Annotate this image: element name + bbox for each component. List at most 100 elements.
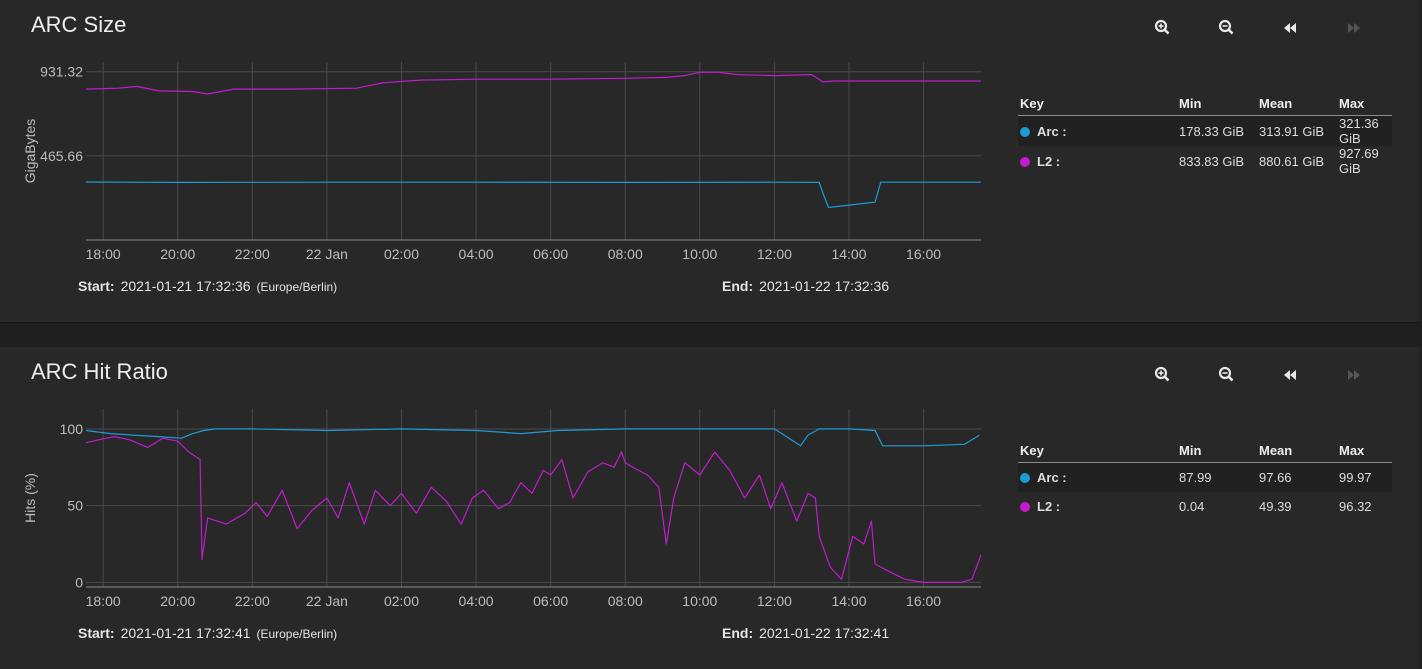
legend-min: 87.99	[1177, 462, 1257, 492]
chart-end: End: 2021-01-22 17:32:41	[722, 625, 889, 641]
chart-toolbar	[1150, 364, 1380, 386]
rewind-icon	[1284, 23, 1296, 33]
x-tick-label: 08:00	[608, 246, 643, 262]
back-button[interactable]	[1278, 17, 1302, 39]
y-tick-label: 931.32	[40, 64, 83, 80]
series-line-l2	[85, 71, 981, 95]
legend-dot-icon	[1020, 156, 1030, 167]
legend-header-min: Min	[1177, 96, 1257, 116]
zoom-in-icon	[1154, 19, 1170, 35]
legend-header: Key Min Mean Max	[1018, 96, 1392, 116]
end-value: 2021-01-22 17:32:41	[759, 625, 890, 641]
back-button[interactable]	[1278, 364, 1302, 386]
x-tick-label: 12:00	[757, 246, 792, 262]
series-line-l2	[85, 435, 982, 583]
legend-dot-icon	[1020, 473, 1030, 483]
start-value: 2021-01-21 17:32:41	[120, 625, 251, 641]
x-tick-label: 14:00	[831, 246, 866, 262]
x-tick-label: 16:00	[906, 593, 941, 609]
arc-hit-ratio-chart: 18:00 20:00 22:00 22 Jan 02:00 04:00 06:00 08:0…	[22, 409, 982, 609]
legend-header-mean: Mean	[1257, 443, 1337, 463]
legend-min: 833.83 GiB	[1179, 153, 1245, 169]
legend-row-arc[interactable]: Arc : 178.33 GiB 313.91 GiB 321.36 GiB	[1018, 115, 1392, 146]
x-tick-label: 20:00	[160, 593, 195, 609]
x-tick-label: 22:00	[235, 593, 270, 609]
arc-hit-ratio-card: ARC Hit Ratio 18:00 20:00 22:00 22 Jan 02:00…	[0, 347, 1420, 669]
legend-row-l2[interactable]: L2 : 0.04 49.39 96.32	[1018, 492, 1392, 521]
legend-max: 96.32	[1339, 499, 1372, 514]
x-tick-label: 22 Jan	[306, 593, 348, 609]
end-label: End:	[722, 625, 754, 641]
rewind-icon	[1284, 370, 1296, 380]
legend-row-arc[interactable]: Arc : 87.99 97.66 99.97	[1018, 462, 1392, 492]
legend-header-max: Max	[1337, 443, 1392, 463]
x-tick-label: 18:00	[86, 593, 121, 609]
x-tick-label: 02:00	[384, 246, 419, 262]
legend-key: Arc :	[1037, 123, 1067, 139]
legend-key: L2 :	[1037, 499, 1061, 514]
x-tick-label: 06:00	[533, 593, 568, 609]
arc-size-card: ARC Size 18:00 20:00 22:00 22 Jan 02:00 04:00…	[0, 0, 1420, 323]
legend-header-min: Min	[1177, 443, 1257, 463]
end-label: End:	[722, 278, 754, 294]
legend-key: Arc :	[1037, 470, 1067, 485]
legend-header-max: Max	[1337, 96, 1392, 116]
x-tick-label: 18:00	[86, 246, 121, 262]
arc-size-chart: 18:00 20:00 22:00 22 Jan 02:00 04:00 06:00 08:0…	[22, 62, 981, 262]
legend-dot-icon	[1020, 502, 1030, 512]
start-label: Start:	[78, 625, 115, 641]
legend-mean: 880.61 GiB	[1259, 153, 1325, 169]
chart-toolbar	[1150, 17, 1380, 39]
x-tick-label: 22:00	[235, 246, 270, 262]
x-tick-label: 12:00	[757, 593, 792, 609]
chart-legend: Key Min Mean Max Arc : 87.99 97.66 99.97…	[1018, 443, 1392, 521]
x-tick-label: 10:00	[682, 593, 717, 609]
zoom-in-button[interactable]	[1150, 364, 1174, 386]
legend-key: L2 :	[1037, 153, 1061, 169]
y-tick-label: 100	[60, 421, 84, 437]
y-axis-label: GigaBytes	[22, 119, 38, 184]
x-tick-label: 04:00	[459, 593, 494, 609]
chart-start: Start: 2021-01-21 17:32:41 (Europe/Berlin…	[78, 625, 337, 641]
x-tick-label: 14:00	[831, 593, 866, 609]
legend-min: 0.04	[1179, 499, 1205, 514]
y-tick-label: 0	[75, 574, 83, 590]
fast-forward-icon	[1348, 23, 1360, 33]
zoom-out-icon	[1218, 366, 1234, 382]
forward-button[interactable]	[1342, 17, 1366, 39]
forward-button[interactable]	[1342, 364, 1366, 386]
legend-row-l2[interactable]: L2 : 833.83 GiB 880.61 GiB 927.69 GiB	[1018, 146, 1392, 176]
y-tick-label: 465.66	[40, 148, 83, 164]
zoom-out-icon	[1218, 19, 1234, 35]
legend-mean: 313.91 GiB	[1257, 115, 1337, 146]
legend-min: 178.33 GiB	[1177, 115, 1257, 146]
legend-header-key: Key	[1018, 443, 1177, 463]
y-axis-label: Hits (%)	[22, 473, 38, 523]
legend-mean: 97.66	[1257, 462, 1337, 492]
legend-max: 321.36 GiB	[1337, 115, 1392, 146]
zoom-in-icon	[1154, 366, 1170, 382]
y-tick-label: 50	[67, 498, 83, 514]
start-value: 2021-01-21 17:32:36	[120, 278, 251, 294]
chart-legend: Key Min Mean Max Arc : 178.33 GiB 313.91…	[1018, 96, 1392, 176]
x-tick-label: 22 Jan	[306, 246, 348, 262]
chart-start: Start: 2021-01-21 17:32:36 (Europe/Berlin…	[78, 278, 337, 294]
x-tick-label: 02:00	[384, 593, 419, 609]
legend-header-mean: Mean	[1257, 96, 1337, 116]
chart-end: End: 2021-01-22 17:32:36	[722, 278, 889, 294]
legend-mean: 49.39	[1259, 499, 1292, 514]
x-tick-label: 08:00	[608, 593, 643, 609]
legend-header-key: Key	[1018, 96, 1177, 116]
end-value: 2021-01-22 17:32:36	[759, 278, 890, 294]
fast-forward-icon	[1348, 370, 1360, 380]
timezone: (Europe/Berlin)	[256, 280, 338, 294]
legend-max: 927.69 GiB	[1339, 146, 1379, 176]
zoom-out-button[interactable]	[1214, 364, 1238, 386]
zoom-out-button[interactable]	[1214, 17, 1238, 39]
x-tick-label: 10:00	[682, 246, 717, 262]
timezone: (Europe/Berlin)	[256, 627, 338, 641]
series-line-arc	[85, 428, 980, 447]
legend-max: 99.97	[1337, 462, 1392, 492]
legend-header: Key Min Mean Max	[1018, 443, 1392, 463]
zoom-in-button[interactable]	[1150, 17, 1174, 39]
